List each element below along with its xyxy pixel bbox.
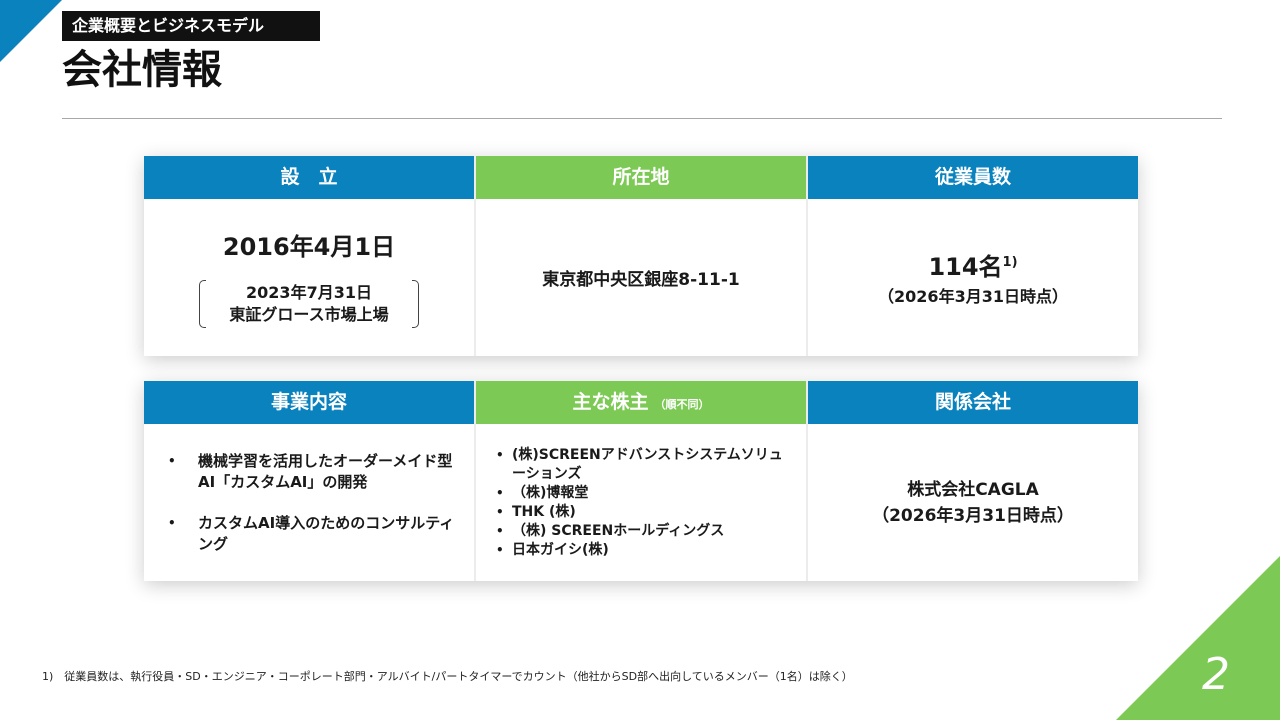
affiliate-body: 株式会社CAGLA （2026年3月31日時点） [808,424,1138,581]
employee-count: 114名 [928,252,1003,281]
location-header: 所在地 [476,156,806,199]
shareholders-body: (株)SCREENアドバンストシステムソリューションズ （株)博報堂 THK (… [476,424,806,581]
shareholders-sublabel: （順不同） [654,398,710,411]
affiliate-card: 関係会社 株式会社CAGLA （2026年3月31日時点） [806,381,1138,581]
founding-date: 2016年4月1日 [222,233,396,261]
founding-header: 設 立 [144,156,474,199]
listing-market: 東証グロース市場上場 [229,305,389,324]
page-number: 2 [1202,649,1230,700]
section-label: 企業概要とビジネスモデル [62,11,320,41]
title-divider [62,118,1222,119]
info-row-1: 設 立 2016年4月1日 2023年7月31日 東証グロース市場上場 所在地 … [144,156,1138,356]
list-item: THK (株) [496,503,796,522]
shareholders-list: (株)SCREENアドバンストシステムソリューションズ （株)博報堂 THK (… [476,446,806,560]
business-header: 事業内容 [144,381,474,424]
employees-card: 従業員数 114名1) （2026年3月31日時点） [806,156,1138,356]
list-item: カスタムAI導入のためのコンサルティング [168,513,456,555]
list-item: 機械学習を活用したオーダーメイド型AI「カスタムAI」の開発 [168,451,456,493]
page-title: 会社情報 [62,47,222,93]
list-item: (株)SCREENアドバンストシステムソリューションズ [496,446,796,484]
list-item: （株)博報堂 [496,484,796,503]
founding-body: 2016年4月1日 2023年7月31日 東証グロース市場上場 [144,199,474,356]
employees-body: 114名1) （2026年3月31日時点） [808,199,1138,356]
employees-as-of: （2026年3月31日時点） [878,286,1068,306]
location-body: 東京都中央区銀座8-11-1 [476,199,806,356]
business-list: 機械学習を活用したオーダーメイド型AI「カスタムAI」の開発 カスタムAI導入の… [144,451,474,555]
listing-date: 2023年7月31日 [246,283,372,302]
footnote-ref: 1) [1002,254,1018,270]
affiliate-name: 株式会社CAGLA [907,479,1039,500]
business-body: 機械学習を活用したオーダーメイド型AI「カスタムAI」の開発 カスタムAI導入の… [144,424,474,581]
list-item: 日本ガイシ(株) [496,541,796,560]
list-item: （株) SCREENホールディングス [496,522,796,541]
founding-card: 設 立 2016年4月1日 2023年7月31日 東証グロース市場上場 [144,156,474,356]
footnote: 1) 従業員数は、執行役員・SD・エンジニア・コーポレート部門・アルバイト/パー… [42,670,853,683]
corner-accent-bottom-right [1116,556,1280,720]
location-address: 東京都中央区銀座8-11-1 [542,270,740,290]
info-row-2: 事業内容 機械学習を活用したオーダーメイド型AI「カスタムAI」の開発 カスタム… [144,381,1138,581]
employees-header: 従業員数 [808,156,1138,199]
employee-count-line: 114名1) [928,249,1017,281]
location-card: 所在地 東京都中央区銀座8-11-1 [474,156,806,356]
affiliate-header: 関係会社 [808,381,1138,424]
shareholders-card: 主な株主 （順不同） (株)SCREENアドバンストシステムソリューションズ （株… [474,381,806,581]
affiliate-as-of: （2026年3月31日時点） [872,505,1074,526]
listing-bracket: 2023年7月31日 東証グロース市場上場 [199,280,419,328]
shareholders-header: 主な株主 （順不同） [476,381,806,424]
business-card: 事業内容 機械学習を活用したオーダーメイド型AI「カスタムAI」の開発 カスタム… [144,381,474,581]
corner-accent-top-left [0,0,62,62]
shareholders-label: 主な株主 [572,391,649,413]
